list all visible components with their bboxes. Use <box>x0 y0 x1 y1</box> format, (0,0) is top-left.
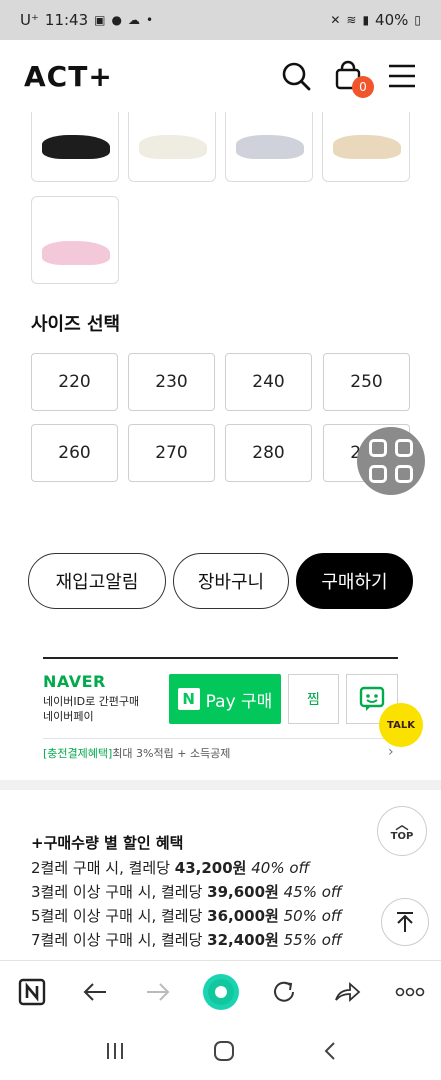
discount-percent: 50% off <box>283 907 342 925</box>
slide-cream-image <box>139 135 207 159</box>
discount-title: +구매수량 별 할인 혜택 <box>31 834 184 852</box>
more-dots-icon <box>395 987 424 996</box>
buy-now-button[interactable]: 구매하기 <box>296 553 413 609</box>
forward-button[interactable] <box>138 972 178 1012</box>
cart-button[interactable]: 0 <box>333 60 374 98</box>
discount-price: 39,600원 <box>207 883 279 901</box>
naver-n-icon: N <box>177 688 200 710</box>
gallery-notification-icon: ▣ <box>94 13 106 27</box>
size-option-260[interactable]: 260 <box>31 424 118 482</box>
size-option-230[interactable]: 230 <box>128 353 215 411</box>
naver-sub-line2: 네이버페이 <box>43 710 94 723</box>
scroll-up-button[interactable] <box>381 898 429 946</box>
discount-condition: 5켤레 이상 구매 시, 켤레당 <box>31 907 208 925</box>
kakao-talk-button[interactable]: TALK <box>379 703 423 747</box>
battery-level: 40% <box>375 11 409 29</box>
home-icon[interactable] <box>213 1040 235 1062</box>
back-button[interactable] <box>75 972 115 1012</box>
system-nav-bar <box>0 1022 441 1080</box>
naver-n-icon <box>18 978 45 1005</box>
more-options-button[interactable] <box>390 972 430 1012</box>
naver-sub-line1: 네이버ID로 간편구매 <box>43 695 140 708</box>
restock-alert-button[interactable]: 재입고알림 <box>28 553 166 609</box>
discount-percent: 55% off <box>283 931 342 949</box>
slide-pink-image <box>42 241 110 265</box>
arrow-left-icon <box>83 982 106 1001</box>
size-option-280[interactable]: 280 <box>225 424 312 482</box>
back-nav-icon[interactable] <box>322 1040 338 1062</box>
add-to-cart-button[interactable]: 장바구니 <box>173 553 289 609</box>
naver-pay-buy-label: Pay 구매 <box>205 691 273 712</box>
naver-home-button[interactable] <box>12 972 52 1012</box>
discount-price: 43,200원 <box>174 859 247 877</box>
discount-percent: 40% off <box>251 859 310 877</box>
slide-black-image <box>42 135 110 159</box>
arrow-right-icon <box>146 982 169 1001</box>
arrow-up-icon <box>397 912 413 932</box>
chevron-right-icon[interactable]: › <box>388 744 394 760</box>
recent-apps-icon[interactable] <box>104 1041 126 1061</box>
top-label: TOP <box>390 830 414 842</box>
color-option-pink[interactable] <box>31 196 119 284</box>
chat-notification-icon: ● <box>111 13 122 27</box>
browser-toolbar <box>0 960 441 1022</box>
wifi-icon: ≋ <box>346 13 357 27</box>
discount-condition: 3켤레 이상 구매 시, 켤레당 <box>31 883 208 901</box>
discount-condition: 2켤레 구매 시, 켤레당 <box>31 859 175 877</box>
discount-line: 2켤레 구매 시, 켤레당 43,200원 40% off <box>31 857 309 878</box>
hamburger-menu-icon[interactable] <box>387 63 417 89</box>
discount-percent: 45% off <box>283 883 342 901</box>
scroll-top-button[interactable]: ︿ TOP <box>377 806 427 856</box>
refresh-icon <box>273 981 294 1002</box>
battery-icon: ▯ <box>414 13 421 27</box>
grid-square-icon <box>395 439 413 457</box>
share-icon <box>334 981 360 1002</box>
search-icon[interactable] <box>281 61 311 91</box>
signal-icon: ▮ <box>362 13 370 27</box>
share-button[interactable] <box>327 972 367 1012</box>
chat-bubble-icon <box>359 686 385 711</box>
green-dot-icon <box>202 973 239 1010</box>
naver-pay-buy-button[interactable]: N Pay 구매 <box>169 674 281 724</box>
benefit-text: 최대 3%적립 + 소득공제 <box>112 747 231 760</box>
discount-line: 3켤레 이상 구매 시, 켤레당 39,600원 45% off <box>31 881 342 902</box>
discount-price: 32,400원 <box>207 931 279 949</box>
size-section-title: 사이즈 선택 <box>31 314 121 335</box>
discount-price: 36,000원 <box>207 907 279 925</box>
discount-line: 7켤레 이상 구매 시, 켤레당 32,400원 55% off <box>31 929 342 950</box>
cart-count-badge: 0 <box>352 76 374 98</box>
size-option-250[interactable]: 250 <box>323 353 410 411</box>
slide-beige-image <box>333 135 401 159</box>
grid-square-icon <box>395 465 413 483</box>
grid-square-icon <box>369 439 387 457</box>
green-dot-button[interactable] <box>201 972 241 1012</box>
carrier-label: U⁺ <box>20 11 39 29</box>
naver-pay-description: 네이버ID로 간편구매 네이버페이 <box>43 694 139 724</box>
slide-gray-image <box>236 135 304 159</box>
grid-square-icon <box>369 465 387 483</box>
discount-line: 5켤레 이상 구매 시, 켤레당 36,000원 50% off <box>31 905 342 926</box>
section-separator <box>0 780 441 790</box>
divider <box>43 657 398 659</box>
naver-pay-benefit[interactable]: [충전결제혜택]최대 3%적립 + 소득공제 <box>43 745 230 761</box>
refresh-button[interactable] <box>264 972 304 1012</box>
brand-logo-overlay[interactable]: ACT+ <box>24 60 113 93</box>
floating-grid-menu-button[interactable] <box>357 427 425 495</box>
size-option-240[interactable]: 240 <box>225 353 312 411</box>
naver-zzim-button[interactable]: 찜 <box>288 674 339 724</box>
divider <box>43 738 398 739</box>
status-bar: U⁺ 11:43 ▣ ● ☁ • ✕ ≋ ▮ 40% ▯ <box>0 0 441 40</box>
naver-logo: NAVER <box>43 672 106 691</box>
chevron-up-icon: ︿ <box>395 817 409 833</box>
clock: 11:43 <box>44 11 89 29</box>
size-option-220[interactable]: 220 <box>31 353 118 411</box>
size-option-270[interactable]: 270 <box>128 424 215 482</box>
discount-condition: 7켤레 이상 구매 시, 켤레당 <box>31 931 208 949</box>
benefit-tag: [충전결제혜택] <box>43 747 113 760</box>
site-header-overlay: ACT+ 0 <box>0 40 441 112</box>
cloud-notification-icon: ☁ <box>127 13 140 27</box>
dot-icon: • <box>145 13 154 27</box>
mute-icon: ✕ <box>330 13 341 27</box>
